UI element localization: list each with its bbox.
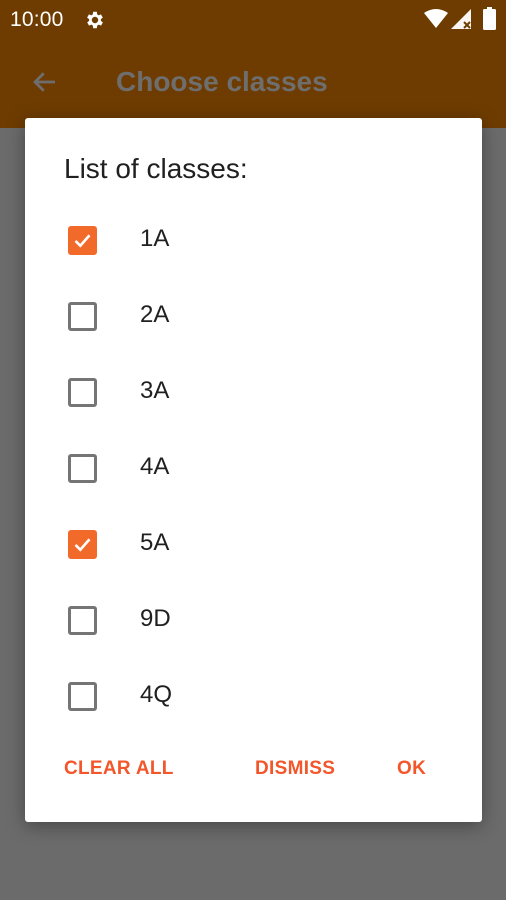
checkbox[interactable] — [68, 682, 97, 711]
class-option-9d[interactable]: 9D — [25, 582, 482, 658]
check-icon — [74, 538, 91, 552]
checkbox[interactable] — [68, 378, 97, 407]
class-option-2a[interactable]: 2A — [25, 278, 482, 354]
checkbox[interactable] — [68, 454, 97, 483]
check-icon — [74, 234, 91, 248]
dismiss-button[interactable]: DISMISS — [255, 758, 335, 780]
choose-classes-dialog: List of classes: 1A 2A 3A 4A 5A 9D 4Q CL… — [25, 118, 482, 822]
class-option-label: 1A — [140, 225, 170, 252]
checkbox[interactable] — [68, 530, 97, 559]
ok-button[interactable]: OK — [397, 758, 426, 780]
clear-all-button[interactable]: CLEAR ALL — [64, 758, 174, 780]
app-bar-title: Choose classes — [116, 66, 328, 97]
class-option-5a[interactable]: 5A — [25, 506, 482, 582]
checkbox[interactable] — [68, 302, 97, 331]
class-option-3a[interactable]: 3A — [25, 354, 482, 430]
checkbox[interactable] — [68, 606, 97, 635]
wifi-icon — [424, 9, 448, 28]
class-option-label: 4A — [140, 453, 170, 480]
class-option-label: 2A — [140, 301, 170, 328]
class-option-label: 5A — [140, 529, 170, 556]
dialog-title: List of classes: — [64, 153, 248, 184]
class-option-4q[interactable]: 4Q — [25, 658, 482, 734]
class-option-label: 4Q — [140, 681, 173, 708]
gear-icon — [87, 11, 103, 29]
status-time: 10:00 — [10, 8, 64, 31]
cell-signal-icon — [451, 9, 471, 29]
status-bar: 10:00 — [0, 0, 506, 38]
app-bar: Choose classes — [0, 38, 506, 128]
back-arrow-icon[interactable] — [30, 67, 60, 97]
class-option-1a[interactable]: 1A — [25, 202, 482, 278]
battery-icon — [483, 7, 496, 30]
class-option-4a[interactable]: 4A — [25, 430, 482, 506]
class-option-label: 3A — [140, 377, 170, 404]
class-option-label: 9D — [140, 605, 171, 632]
checkbox[interactable] — [68, 226, 97, 255]
